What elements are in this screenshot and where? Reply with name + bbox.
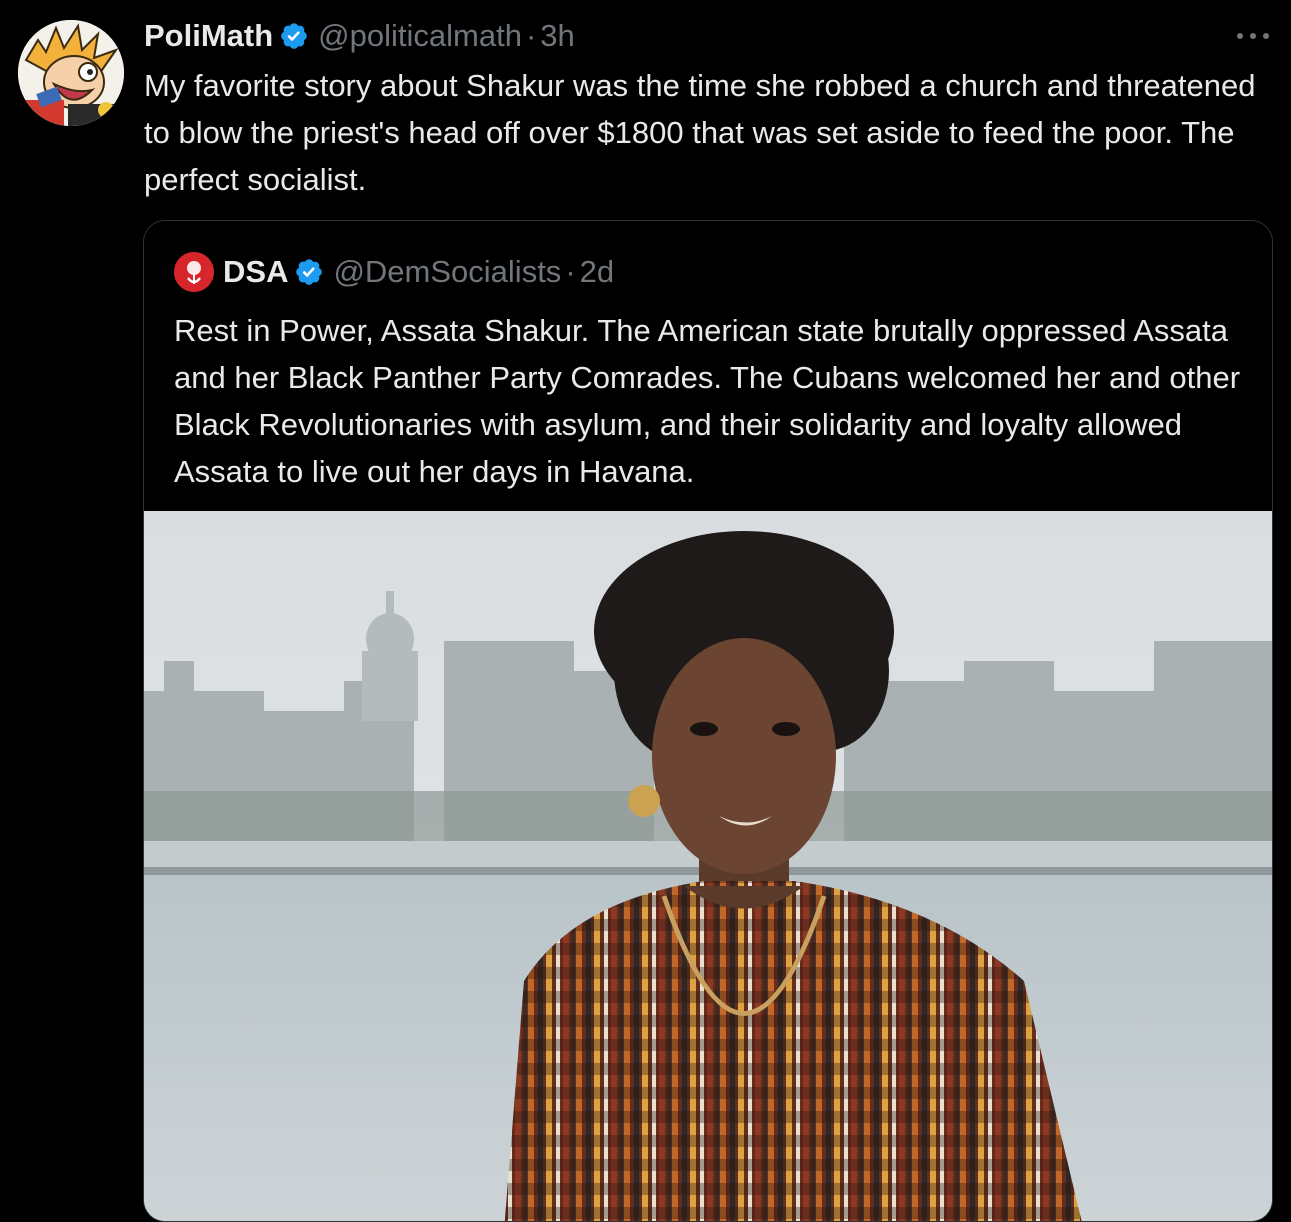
quoted-header-separator: · [565,254,576,289]
tweet-timestamp[interactable]: 3h [540,18,574,54]
quoted-tweet-header: DSA @DemSocialists · 2d [174,251,614,293]
dsa-rose-logo-icon[interactable] [174,252,214,292]
user-avatar[interactable] [18,20,124,126]
quoted-tweet-timestamp[interactable]: 2d [580,254,614,290]
tweet[interactable]: PoliMath @politicalmath · 3h My favorite… [0,0,1291,1222]
author-handle[interactable]: @politicalmath [318,18,522,54]
quoted-tweet-photo[interactable] [144,511,1272,1221]
quoted-author-handle[interactable]: @DemSocialists [333,254,561,290]
header-separator: · [525,18,537,53]
tweet-header: PoliMath @politicalmath · 3h [144,14,575,58]
quoted-author-display-name[interactable]: DSA [223,254,288,290]
tweet-text: My favorite story about Shakur was the t… [144,68,1256,197]
rose-icon [174,252,214,292]
calvin-cartoon-avatar-icon [18,20,124,126]
more-dot [1237,33,1243,39]
photo-havana-portrait [144,511,1272,1221]
more-dot [1250,33,1256,39]
author-display-name[interactable]: PoliMath [144,18,273,54]
verified-badge-icon [296,259,323,285]
more-dot [1263,33,1269,39]
verified-badge-icon [281,23,307,49]
quoted-tweet-text: Rest in Power, Assata Shakur. The Americ… [174,313,1241,489]
quoted-tweet[interactable]: DSA @DemSocialists · 2d Rest in Power, A… [143,220,1273,1222]
more-options-icon[interactable] [1237,26,1269,46]
